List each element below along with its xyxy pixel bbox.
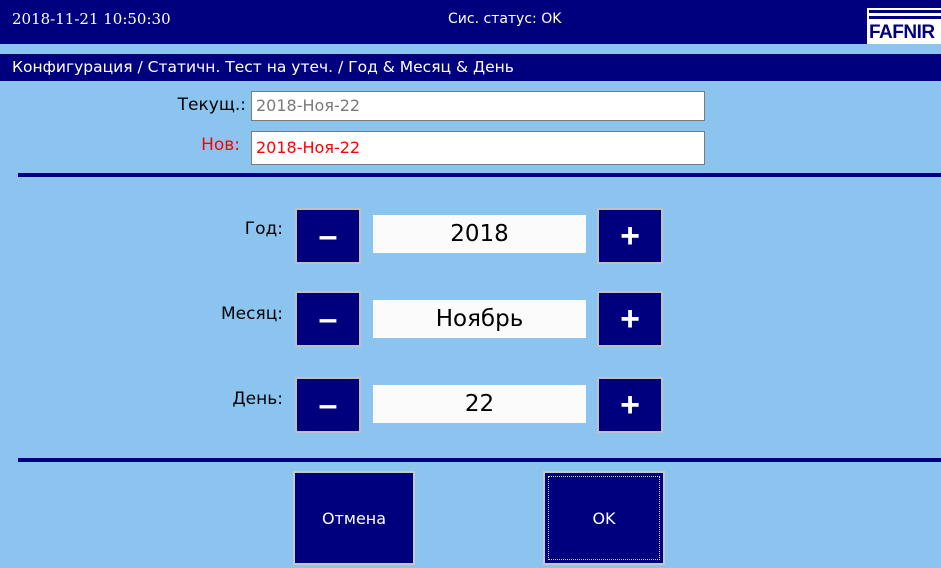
cancel-button-label: Отмена	[321, 508, 387, 528]
separator-top	[18, 173, 941, 177]
ok-button[interactable]: OK	[543, 471, 665, 565]
year-decrement-button[interactable]: –	[295, 208, 361, 264]
month-increment-button[interactable]: +	[597, 291, 663, 347]
year-label: Год:	[244, 219, 283, 239]
current-date-label: Текущ.:	[177, 95, 246, 115]
day-decrement-button[interactable]: –	[295, 377, 361, 433]
breadcrumb: Конфигурация / Статичн. Тест на утеч. / …	[0, 54, 941, 81]
datetime: 2018-11-21 10:50:30	[12, 10, 171, 28]
month-value: Ноябрь	[373, 300, 586, 338]
month-label: Месяц:	[221, 304, 283, 324]
fafnir-logo: FAFNIR	[867, 8, 941, 44]
status-bar: 2018-11-21 10:50:30 Сис. статус: OK FAFN…	[0, 0, 941, 44]
focus-ring	[548, 476, 660, 560]
day-label: День:	[232, 389, 283, 409]
year-increment-button[interactable]: +	[597, 208, 663, 264]
new-date-field: 2018-Ноя-22	[251, 131, 705, 165]
new-date-label: Нов:	[201, 135, 240, 155]
breadcrumb-text: Конфигурация / Статичн. Тест на утеч. / …	[12, 58, 514, 76]
month-decrement-button[interactable]: –	[295, 291, 361, 347]
year-value: 2018	[373, 215, 586, 253]
logo-text: FAFNIR	[869, 22, 935, 43]
separator-bottom	[18, 458, 941, 462]
day-increment-button[interactable]: +	[597, 377, 663, 433]
day-value: 22	[373, 385, 586, 423]
current-date-field: 2018-Ноя-22	[251, 91, 705, 121]
system-status: Сис. статус: OK	[448, 11, 562, 27]
cancel-button[interactable]: Отмена	[293, 471, 415, 565]
